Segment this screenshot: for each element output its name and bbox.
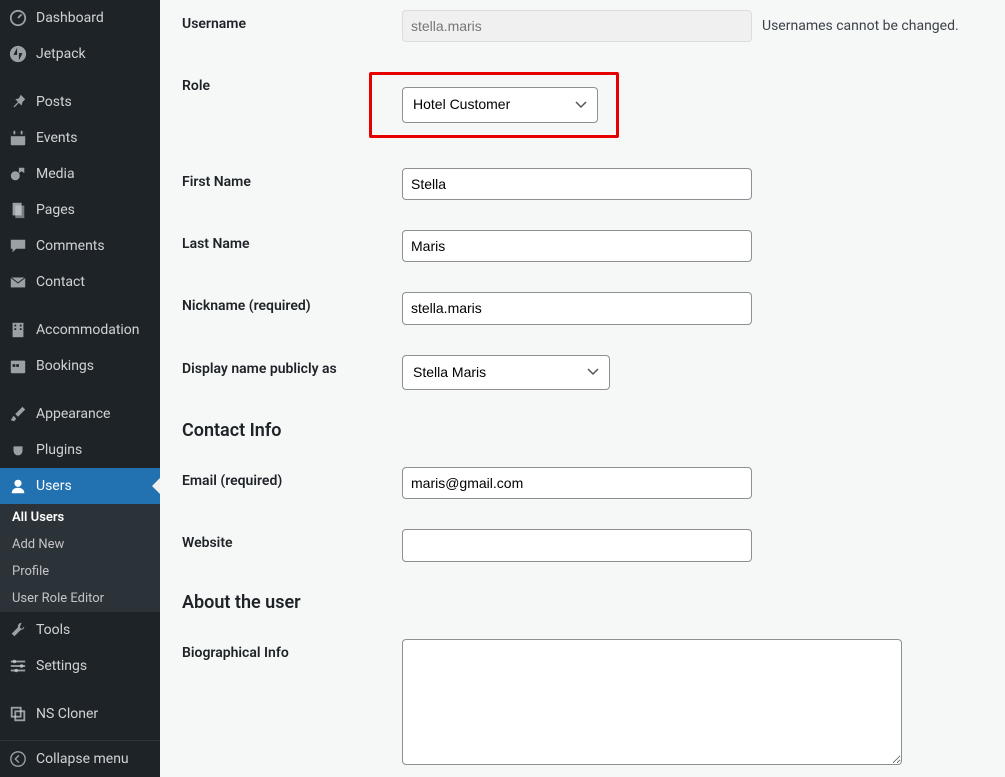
nickname-input[interactable] xyxy=(402,292,752,324)
sidebar-item-posts[interactable]: Posts xyxy=(0,84,160,120)
nickname-label: Nickname (required) xyxy=(182,292,402,314)
sidebar-label: Posts xyxy=(36,94,72,110)
pages-icon xyxy=(8,200,28,220)
envelope-icon xyxy=(8,272,28,292)
media-icon xyxy=(8,164,28,184)
sidebar-label: Tools xyxy=(36,622,70,638)
sidebar-item-dashboard[interactable]: Dashboard xyxy=(0,0,160,36)
submenu-profile[interactable]: Profile xyxy=(0,558,160,585)
lastname-input[interactable] xyxy=(402,230,752,262)
sidebar-item-bookings[interactable]: Bookings xyxy=(0,348,160,384)
about-user-heading: About the user xyxy=(182,592,985,613)
sidebar-label: Contact xyxy=(36,274,85,290)
sidebar-label: Users xyxy=(36,478,72,494)
sidebar-label: Dashboard xyxy=(36,10,104,26)
sidebar-item-ns-cloner[interactable]: NS Cloner xyxy=(0,696,160,732)
comment-icon xyxy=(8,236,28,256)
firstname-label: First Name xyxy=(182,168,402,190)
collapse-menu[interactable]: Collapse menu xyxy=(0,740,160,777)
bio-textarea[interactable] xyxy=(402,639,902,765)
main-content: Username Usernames cannot be changed. Ro… xyxy=(160,0,1005,777)
submenu-user-role-editor[interactable]: User Role Editor xyxy=(0,585,160,612)
sidebar-label: Pages xyxy=(36,202,75,218)
users-submenu: All Users Add New Profile User Role Edit… xyxy=(0,504,160,612)
sidebar-item-plugins[interactable]: Plugins xyxy=(0,432,160,468)
wrench-icon xyxy=(8,620,28,640)
sidebar-label: Events xyxy=(36,130,77,146)
email-label: Email (required) xyxy=(182,467,402,489)
pin-icon xyxy=(8,92,28,112)
email-input[interactable] xyxy=(402,467,752,499)
plug-icon xyxy=(8,440,28,460)
sidebar-item-users[interactable]: Users xyxy=(0,468,160,504)
sidebar-label: Accommodation xyxy=(36,322,140,338)
dashboard-icon xyxy=(8,8,28,28)
website-label: Website xyxy=(182,529,402,551)
sidebar-item-appearance[interactable]: Appearance xyxy=(0,396,160,432)
username-label: Username xyxy=(182,10,402,32)
calendar-icon xyxy=(8,128,28,148)
sidebar-item-tools[interactable]: Tools xyxy=(0,612,160,648)
role-select[interactable]: Hotel Customer xyxy=(402,87,598,122)
sidebar-label: NS Cloner xyxy=(36,706,98,722)
user-icon xyxy=(8,476,28,496)
sidebar-item-media[interactable]: Media xyxy=(0,156,160,192)
sidebar-label: Settings xyxy=(36,658,87,674)
website-input[interactable] xyxy=(402,529,752,561)
username-input xyxy=(402,10,752,42)
admin-sidebar: Dashboard Jetpack Posts Events Media Pag… xyxy=(0,0,160,777)
collapse-label: Collapse menu xyxy=(36,751,129,767)
role-highlight: Hotel Customer xyxy=(369,72,619,137)
sidebar-label: Comments xyxy=(36,238,105,254)
jetpack-icon xyxy=(8,44,28,64)
sidebar-item-comments[interactable]: Comments xyxy=(0,228,160,264)
sidebar-item-contact[interactable]: Contact xyxy=(0,264,160,300)
sidebar-label: Jetpack xyxy=(36,46,86,62)
contact-info-heading: Contact Info xyxy=(182,420,985,441)
submenu-all-users[interactable]: All Users xyxy=(0,504,160,531)
username-hint: Usernames cannot be changed. xyxy=(762,18,959,34)
sidebar-item-accommodation[interactable]: Accommodation xyxy=(0,312,160,348)
bio-label: Biographical Info xyxy=(182,639,402,661)
calendar-icon xyxy=(8,356,28,376)
sidebar-label: Appearance xyxy=(36,406,110,422)
sidebar-item-pages[interactable]: Pages xyxy=(0,192,160,228)
sidebar-item-events[interactable]: Events xyxy=(0,120,160,156)
firstname-input[interactable] xyxy=(402,168,752,200)
sidebar-item-settings[interactable]: Settings xyxy=(0,648,160,684)
sliders-icon xyxy=(8,656,28,676)
sidebar-item-jetpack[interactable]: Jetpack xyxy=(0,36,160,72)
collapse-icon xyxy=(8,749,28,769)
clone-icon xyxy=(8,704,28,724)
displayname-label: Display name publicly as xyxy=(182,355,402,377)
sidebar-label: Bookings xyxy=(36,358,94,374)
displayname-select[interactable]: Stella Maris xyxy=(402,355,610,390)
brush-icon xyxy=(8,404,28,424)
sidebar-label: Media xyxy=(36,166,75,182)
submenu-add-new[interactable]: Add New xyxy=(0,531,160,558)
sidebar-label: Plugins xyxy=(36,442,82,458)
lastname-label: Last Name xyxy=(182,230,402,252)
building-icon xyxy=(8,320,28,340)
